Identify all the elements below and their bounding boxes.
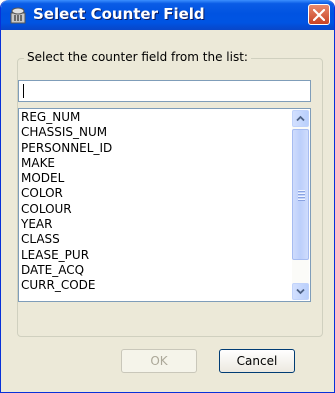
vertical-scrollbar[interactable] — [292, 110, 309, 300]
close-icon — [313, 9, 325, 21]
text-caret — [23, 84, 24, 98]
scroll-up-button[interactable] — [292, 110, 309, 127]
dialog-title: Select Counter Field — [33, 5, 205, 23]
counter-field-list[interactable]: REG_NUM CHASSIS_NUM PERSONNEL_ID MAKE MO… — [18, 108, 311, 302]
chevron-up-icon — [296, 115, 305, 122]
close-button[interactable] — [308, 4, 330, 25]
list-items: REG_NUM CHASSIS_NUM PERSONNEL_ID MAKE MO… — [21, 110, 290, 294]
title-bar[interactable]: Select Counter Field — [1, 0, 334, 30]
list-item[interactable]: REG_NUM — [21, 110, 290, 125]
dialog-body: Select the counter field from the list: … — [4, 30, 331, 389]
scrollbar-thumb[interactable] — [292, 129, 309, 260]
thumb-grip — [298, 190, 305, 192]
dialog-window: Select Counter Field Select the counter … — [0, 0, 335, 393]
list-item[interactable]: MODEL — [21, 171, 290, 186]
groupbox-legend: Select the counter field from the list: — [24, 50, 251, 64]
list-item[interactable]: PERSONNEL_ID — [21, 141, 290, 156]
ok-button[interactable]: OK — [121, 349, 197, 373]
list-item[interactable]: CLASS — [21, 232, 290, 247]
cancel-button[interactable]: Cancel — [219, 349, 295, 373]
list-item[interactable]: LEASE_PUR — [21, 248, 290, 263]
list-item[interactable]: COLOUR — [21, 202, 290, 217]
chevron-down-icon — [296, 288, 305, 295]
list-item[interactable]: DATE_ACQ — [21, 263, 290, 278]
list-item[interactable]: MAKE — [21, 156, 290, 171]
database-app-icon — [9, 6, 27, 24]
thumb-grip — [298, 196, 305, 198]
thumb-grip — [298, 199, 305, 201]
list-item[interactable]: COLOR — [21, 186, 290, 201]
filter-input[interactable] — [18, 80, 311, 102]
list-item[interactable]: CURR_CODE — [21, 278, 290, 293]
scroll-down-button[interactable] — [292, 283, 309, 300]
thumb-grip — [298, 193, 305, 195]
list-item[interactable]: YEAR — [21, 217, 290, 232]
list-item[interactable]: CHASSIS_NUM — [21, 125, 290, 140]
